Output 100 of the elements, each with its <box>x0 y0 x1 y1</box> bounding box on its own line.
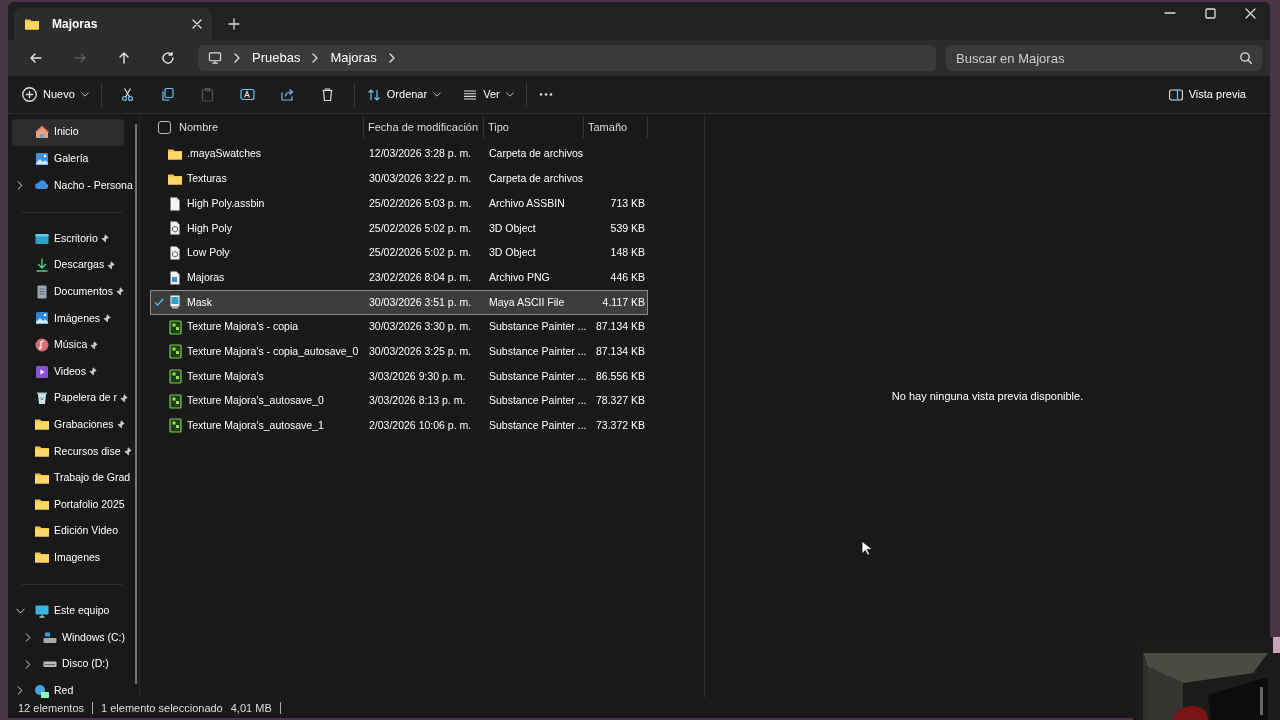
sidebar-item[interactable]: Trabajo de Grad <box>12 464 133 492</box>
folder-icon <box>167 173 183 185</box>
preview-button[interactable]: Vista previa <box>1162 79 1252 110</box>
sidebar-item[interactable]: Edición Video <box>12 517 124 545</box>
checkmark-icon[interactable] <box>154 298 164 307</box>
sidebar-item[interactable]: Inicio <box>12 119 124 146</box>
file-row[interactable]: High Poly 25/02/2026 5:02 p. m. 3D Object 539 KB <box>150 216 648 241</box>
chevron-icon[interactable] <box>17 181 23 190</box>
app-file-icon <box>168 344 182 360</box>
image-file-icon <box>169 270 181 285</box>
refresh-icon[interactable] <box>162 52 174 64</box>
chevron-icon[interactable] <box>25 659 31 669</box>
sidebar-item[interactable]: Este equipo <box>12 597 124 625</box>
sidebar-item[interactable]: Escritorio <box>12 225 124 252</box>
file-row[interactable]: Mask 30/03/2026 3:51 p. m. Maya ASCII File 4.117 KB <box>150 290 648 315</box>
sidebar-item[interactable]: Imágenes <box>12 305 124 332</box>
folder-icon <box>24 18 40 30</box>
folder-icon <box>34 499 50 511</box>
sidebar-item[interactable]: Papelera de r <box>12 384 131 412</box>
scissors-icon[interactable] <box>120 87 136 102</box>
column-header[interactable]: Nombre <box>179 118 219 136</box>
select-all-checkbox[interactable] <box>158 120 171 134</box>
new-button[interactable]: Nuevo <box>16 79 95 110</box>
chevron-icon <box>388 53 395 63</box>
table-cell: Substance Painter ... <box>489 419 587 432</box>
pin-icon[interactable] <box>87 367 97 377</box>
share-icon[interactable] <box>280 87 296 102</box>
sidebar-item[interactable]: Portafolio 2025 <box>12 491 127 518</box>
rename-icon[interactable] <box>240 87 256 102</box>
app-file-icon <box>169 295 181 310</box>
sidebar-item[interactable]: Grabaciones <box>12 411 127 439</box>
sidebar-item[interactable]: Nacho - Persona <box>12 172 135 199</box>
pin-icon[interactable] <box>122 446 132 456</box>
file-row[interactable]: Texturas 30/03/2026 3:22 p. m. Carpeta de archivos <box>150 166 648 192</box>
sidebar-item[interactable]: Red <box>12 677 124 698</box>
scrollbar[interactable] <box>135 124 137 684</box>
house-icon <box>34 124 50 141</box>
sort-button[interactable]: Ordenar <box>360 79 448 110</box>
back-arrow-icon[interactable] <box>30 52 42 64</box>
sidebar-item[interactable]: Recursos dise <box>12 438 134 465</box>
up-arrow-icon[interactable] <box>118 52 130 64</box>
network-icon <box>34 682 50 698</box>
sidebar-item[interactable]: Música <box>12 331 124 359</box>
pin-icon[interactable] <box>102 313 112 323</box>
column-header[interactable]: Fecha de modificación <box>368 118 479 136</box>
close-icon[interactable] <box>192 19 202 29</box>
file-row[interactable]: Texture Majora's - copia 30/03/2026 3:30 p. m. Substance Painter ... 87.134 KB <box>150 314 648 340</box>
monitor-icon <box>208 52 222 64</box>
chevron-icon[interactable] <box>17 686 23 696</box>
sidebar-item[interactable]: Documentos <box>12 278 126 306</box>
caret-icon <box>505 92 514 97</box>
sidebar-item[interactable]: Videos <box>12 358 124 385</box>
sidebar-item[interactable]: Imagenes <box>12 544 124 572</box>
maximize-icon[interactable] <box>1204 7 1216 19</box>
table-cell: Substance Painter ... <box>489 320 587 333</box>
copy-icon[interactable] <box>160 87 176 102</box>
file-row[interactable]: Texture Majora's_autosave_1 2/03/2026 10:06 p. m. Substance Painter ... 73.372 KB <box>150 413 648 439</box>
file-row[interactable]: Texture Majora's - copia_autosave_0 30/03/2026 3:25 p. m. Substance Painter ... 87.134 KB <box>150 339 648 365</box>
file-row[interactable]: Low Poly 25/02/2026 5:02 p. m. 3D Object 148 KB <box>150 240 648 266</box>
address-bar[interactable]: Pruebas Majoras <box>198 45 936 71</box>
folder-icon <box>34 472 50 484</box>
minimize-icon[interactable] <box>1164 12 1176 14</box>
column-header[interactable]: Tipo <box>488 118 509 136</box>
status-text: 4,01 MB <box>230 700 272 716</box>
pin-icon[interactable] <box>99 234 109 244</box>
search-field[interactable]: Buscar en Majoras <box>946 45 1262 71</box>
trash-icon[interactable] <box>320 87 336 102</box>
breadcrumb-link[interactable]: Pruebas <box>252 48 301 68</box>
image-icon <box>34 310 50 327</box>
pin-icon[interactable] <box>106 260 116 270</box>
search-icon[interactable] <box>1240 52 1252 64</box>
close-icon[interactable] <box>1244 7 1256 19</box>
status-text: 12 elementos <box>18 700 85 716</box>
file-row[interactable]: Texture Majora's_autosave_0 3/03/2026 8:13 p. m. Substance Painter ... 78.327 KB <box>150 388 648 414</box>
sidebar-item[interactable]: Descargas <box>12 251 124 279</box>
pin-icon[interactable] <box>115 420 125 430</box>
column-header[interactable]: Tamaño <box>588 118 628 136</box>
plus-icon[interactable] <box>228 18 240 30</box>
file-row[interactable]: Texture Majora's 3/03/2026 9:30 p. m. Substance Painter ... 86.556 KB <box>150 364 648 389</box>
sidebar-item[interactable]: Windows (C:) <box>12 624 127 651</box>
view-button[interactable]: Ver <box>457 79 520 110</box>
file-row[interactable]: High Poly.assbin 25/02/2026 5:03 p. m. Archivo ASSBIN 713 KB <box>150 191 648 217</box>
file-name: Mask <box>187 294 213 310</box>
file-row[interactable]: .mayaSwatches 12/03/2026 3:28 p. m. Carpeta de archivos <box>150 142 648 167</box>
plus-icon <box>22 87 37 102</box>
pin-icon[interactable] <box>114 287 124 297</box>
image-icon <box>34 150 50 167</box>
chevron-icon[interactable] <box>15 608 25 614</box>
chevron-icon[interactable] <box>25 633 31 643</box>
sidebar-item[interactable]: Disco (D:) <box>12 650 124 678</box>
file-row[interactable]: Majoras 23/02/2026 8:04 p. m. Archivo PNG 446 KB <box>150 265 648 291</box>
sidebar-item[interactable]: Galería <box>12 145 124 173</box>
pin-icon[interactable] <box>89 340 99 350</box>
breadcrumb-link[interactable]: Majoras <box>330 48 377 68</box>
cloud-icon <box>34 180 50 191</box>
folder-tab[interactable]: Majoras <box>14 8 212 40</box>
folder-icon <box>34 419 50 431</box>
file-name: Majoras <box>187 269 225 285</box>
table-cell: 30/03/2026 3:51 p. m. <box>369 295 472 308</box>
pin-icon[interactable] <box>119 393 129 403</box>
